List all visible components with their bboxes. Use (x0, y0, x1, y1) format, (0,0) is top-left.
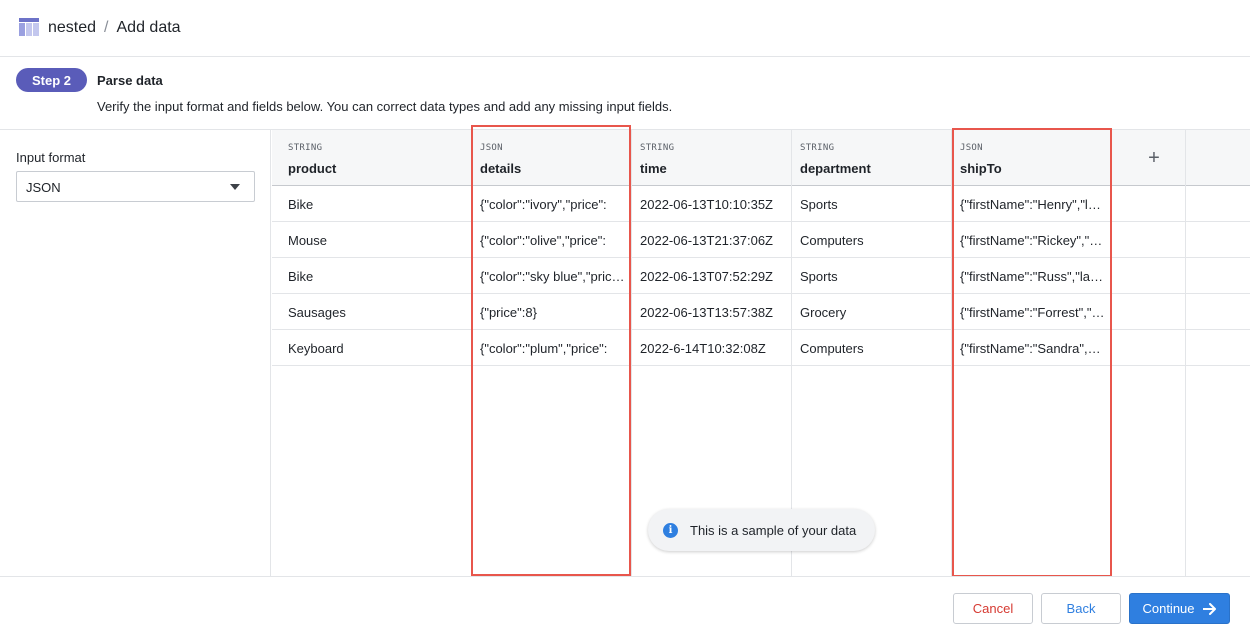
step-title: Parse data (97, 73, 163, 88)
cancel-button[interactable]: Cancel (953, 593, 1033, 624)
divider (0, 576, 1250, 577)
toast-message: This is a sample of your data (690, 523, 857, 538)
column-type: JSON (480, 143, 503, 153)
table-cell: {"firstName":"Henry","lastName": (952, 186, 1111, 222)
continue-button-label: Continue (1142, 601, 1195, 616)
table-cell: {"price":8} (472, 294, 631, 330)
table-cell (1186, 294, 1250, 330)
input-format-value: JSON (26, 180, 61, 195)
column-type: STRING (800, 143, 835, 153)
page-header: nested / Add data (0, 0, 1250, 57)
column-shipto: JSON shipTo {"firstName":"Henry","lastNa… (952, 130, 1112, 576)
step-description: Verify the input format and fields below… (97, 99, 673, 114)
column-header-product[interactable]: STRING product (272, 130, 471, 186)
table-cell: 2022-06-13T21:37:06Z (632, 222, 791, 258)
table-cell: Computers (792, 330, 951, 366)
back-button[interactable]: Back (1041, 593, 1121, 624)
continue-button[interactable]: Continue (1129, 593, 1230, 624)
column-header-time[interactable]: STRING time (632, 130, 791, 186)
column-name: time (640, 161, 667, 176)
table-cell: {"color":"olive","price": (472, 222, 631, 258)
column-name: shipTo (960, 161, 1002, 176)
column-type: STRING (288, 143, 323, 153)
column-header-details[interactable]: JSON details (472, 130, 631, 186)
table-cell: Sports (792, 258, 951, 294)
column-header-department[interactable]: STRING department (792, 130, 951, 186)
column-name: product (288, 161, 337, 176)
table-cell (1186, 330, 1250, 366)
info-icon: i (663, 523, 678, 538)
column-filler (1186, 130, 1250, 576)
column-add (1112, 130, 1186, 576)
add-column-button[interactable]: + (1142, 146, 1166, 170)
table-cell: {"firstName":"Forrest","lastName": (952, 294, 1111, 330)
column-header-shipto[interactable]: JSON shipTo (952, 130, 1111, 186)
table-cell (1186, 186, 1250, 222)
table-cell (1112, 186, 1185, 222)
table-cell: 2022-6-14T10:32:08Z (632, 330, 791, 366)
column-product: STRING product Bike Mouse Bike Sausages … (272, 130, 472, 576)
table-cell: {"firstName":"Rickey","lastName": (952, 222, 1111, 258)
table-cell: {"color":"plum","price": (472, 330, 631, 366)
breadcrumb-separator: / (104, 19, 109, 36)
table-cell: Bike (272, 258, 471, 294)
table-cell: {"color":"sky blue","price": (472, 258, 631, 294)
table-cell: {"firstName":"Sandra","lastName": (952, 330, 1111, 366)
input-format-select[interactable]: JSON (16, 171, 255, 202)
back-button-label: Back (1066, 601, 1096, 616)
chevron-down-icon (230, 184, 240, 190)
breadcrumb-item-nested[interactable]: nested (48, 18, 96, 38)
breadcrumb-item-current: Add data (116, 19, 181, 36)
step-badge: Step 2 (16, 68, 87, 92)
table-cell: Sports (792, 186, 951, 222)
table-cell: Mouse (272, 222, 471, 258)
table-cell: Grocery (792, 294, 951, 330)
cancel-button-label: Cancel (972, 601, 1014, 616)
column-type: JSON (960, 143, 983, 153)
table-cell (1112, 258, 1185, 294)
breadcrumb: nested / Add data (48, 18, 181, 38)
table-cell (1112, 330, 1185, 366)
table-cell: {"firstName":"Russ","lastName": (952, 258, 1111, 294)
table-cell (1112, 294, 1185, 330)
column-details: JSON details {"color":"ivory","price": {… (472, 130, 632, 576)
column-name: details (480, 161, 522, 176)
table-cell: Computers (792, 222, 951, 258)
table-cell: 2022-06-13T13:57:38Z (632, 294, 791, 330)
table-icon (19, 18, 39, 36)
input-format-panel: Input format JSON (0, 130, 271, 576)
table-cell: Keyboard (272, 330, 471, 366)
table-cell: 2022-06-13T07:52:29Z (632, 258, 791, 294)
table-cell (1186, 222, 1250, 258)
table-cell (1112, 222, 1185, 258)
table-cell: 2022-06-13T10:10:35Z (632, 186, 791, 222)
column-type: STRING (640, 143, 675, 153)
table-cell: {"color":"ivory","price": (472, 186, 631, 222)
table-cell: Sausages (272, 294, 471, 330)
table-cell (1186, 258, 1250, 294)
input-format-label: Input format (16, 150, 86, 165)
arrow-right-icon (1202, 602, 1216, 615)
table-cell: Bike (272, 186, 471, 222)
sample-data-toast: i This is a sample of your data (648, 509, 875, 551)
column-name: department (800, 161, 871, 176)
